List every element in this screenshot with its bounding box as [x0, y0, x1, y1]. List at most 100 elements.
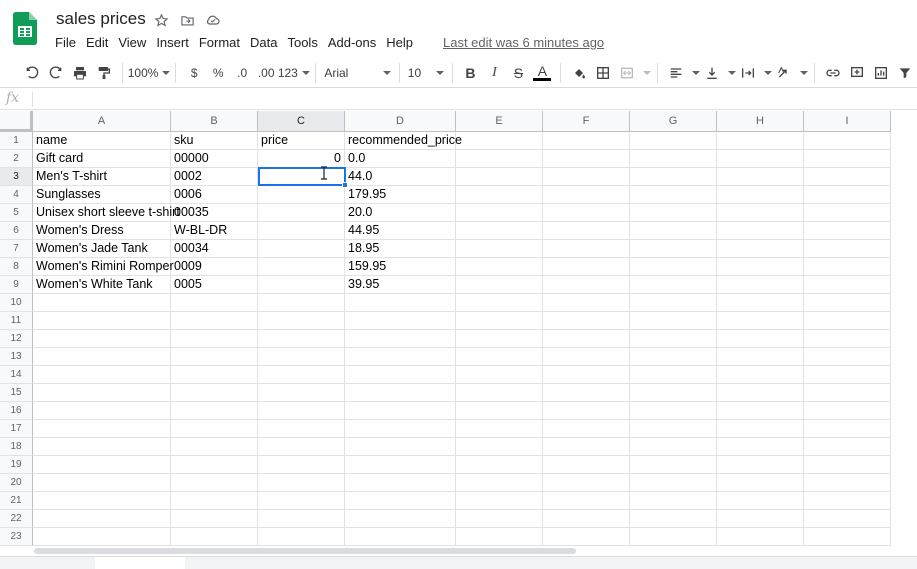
cell-h3[interactable]: [717, 168, 804, 186]
cell-h20[interactable]: [717, 474, 804, 492]
cell-b3[interactable]: 0002: [171, 168, 258, 186]
cell-d11[interactable]: [345, 312, 456, 330]
cell-f8[interactable]: [543, 258, 630, 276]
cell-f18[interactable]: [543, 438, 630, 456]
row-header-12[interactable]: 12: [0, 330, 33, 348]
cell-e10[interactable]: [456, 294, 543, 312]
cell-e14[interactable]: [456, 366, 543, 384]
cell-i17[interactable]: [804, 420, 891, 438]
row-header-10[interactable]: 10: [0, 294, 33, 312]
cell-e6[interactable]: [456, 222, 543, 240]
row-header-15[interactable]: 15: [0, 384, 33, 402]
cell-h14[interactable]: [717, 366, 804, 384]
borders-icon[interactable]: [591, 61, 615, 85]
row-header-14[interactable]: 14: [0, 366, 33, 384]
cell-g8[interactable]: [630, 258, 717, 276]
cell-f12[interactable]: [543, 330, 630, 348]
cell-d22[interactable]: [345, 510, 456, 528]
cell-c1[interactable]: price: [258, 132, 345, 150]
more-formats-select[interactable]: 123: [278, 61, 310, 85]
move-to-folder-icon[interactable]: [178, 11, 196, 29]
cell-f7[interactable]: [543, 240, 630, 258]
cell-g12[interactable]: [630, 330, 717, 348]
bold-button[interactable]: B: [458, 61, 482, 85]
cell-a21[interactable]: [33, 492, 171, 510]
cell-g11[interactable]: [630, 312, 717, 330]
row-header-6[interactable]: 6: [0, 222, 33, 240]
cell-b21[interactable]: [171, 492, 258, 510]
row-header-18[interactable]: 18: [0, 438, 33, 456]
fill-handle[interactable]: [342, 182, 348, 188]
cell-c19[interactable]: [258, 456, 345, 474]
cell-f2[interactable]: [543, 150, 630, 168]
row-header-5[interactable]: 5: [0, 204, 33, 222]
cell-i7[interactable]: [804, 240, 891, 258]
cell-b18[interactable]: [171, 438, 258, 456]
insert-comment-icon[interactable]: [845, 61, 869, 85]
chevron-down-icon[interactable]: [728, 70, 737, 75]
cell-g5[interactable]: [630, 204, 717, 222]
cell-b6[interactable]: W-BL-DR: [171, 222, 258, 240]
cell-g17[interactable]: [630, 420, 717, 438]
menu-add-ons[interactable]: Add-ons: [328, 35, 376, 50]
cell-a4[interactable]: Sunglasses: [33, 186, 171, 204]
cell-d19[interactable]: [345, 456, 456, 474]
cell-h7[interactable]: [717, 240, 804, 258]
cell-h17[interactable]: [717, 420, 804, 438]
filter-icon[interactable]: [893, 61, 917, 85]
cell-a8[interactable]: Women's Rimini Romper: [33, 258, 174, 276]
cell-c20[interactable]: [258, 474, 345, 492]
sheets-logo-icon[interactable]: [13, 12, 37, 45]
cell-d15[interactable]: [345, 384, 456, 402]
cell-b8[interactable]: 0009: [171, 258, 258, 276]
menu-file[interactable]: File: [55, 35, 76, 50]
cell-a19[interactable]: [33, 456, 171, 474]
cell-h19[interactable]: [717, 456, 804, 474]
menu-format[interactable]: Format: [199, 35, 240, 50]
horizontal-align-icon[interactable]: [664, 61, 688, 85]
column-header-f[interactable]: F: [543, 111, 630, 132]
cell-a2[interactable]: Gift card: [33, 150, 171, 168]
cell-a1[interactable]: name: [33, 132, 171, 150]
chevron-down-icon[interactable]: [764, 70, 773, 75]
cell-g1[interactable]: [630, 132, 717, 150]
cell-b5[interactable]: 00035: [171, 204, 258, 222]
cell-g21[interactable]: [630, 492, 717, 510]
cell-d21[interactable]: [345, 492, 456, 510]
sheet-tab[interactable]: [95, 557, 185, 569]
cell-d13[interactable]: [345, 348, 456, 366]
cell-d2[interactable]: 0.0: [345, 150, 456, 168]
cell-b14[interactable]: [171, 366, 258, 384]
cell-a10[interactable]: [33, 294, 171, 312]
cell-d9[interactable]: 39.95: [345, 276, 456, 294]
cell-g19[interactable]: [630, 456, 717, 474]
currency-format-button[interactable]: $: [182, 61, 206, 85]
cell-f14[interactable]: [543, 366, 630, 384]
cell-h18[interactable]: [717, 438, 804, 456]
cell-b23[interactable]: [171, 528, 258, 546]
cell-g7[interactable]: [630, 240, 717, 258]
cell-i15[interactable]: [804, 384, 891, 402]
cell-c5[interactable]: [258, 204, 345, 222]
cell-i21[interactable]: [804, 492, 891, 510]
cell-e1[interactable]: [456, 132, 543, 150]
text-wrapping-icon[interactable]: [736, 61, 760, 85]
cell-f22[interactable]: [543, 510, 630, 528]
cell-b16[interactable]: [171, 402, 258, 420]
print-icon[interactable]: [68, 61, 92, 85]
text-color-button[interactable]: A: [530, 61, 554, 85]
cell-a12[interactable]: [33, 330, 171, 348]
document-title[interactable]: sales prices: [56, 9, 146, 29]
cell-b9[interactable]: 0005: [171, 276, 258, 294]
cell-h12[interactable]: [717, 330, 804, 348]
menu-help[interactable]: Help: [386, 35, 413, 50]
cell-d20[interactable]: [345, 474, 456, 492]
italic-button[interactable]: I: [482, 61, 506, 85]
star-icon[interactable]: [152, 11, 170, 29]
cell-e16[interactable]: [456, 402, 543, 420]
cell-e5[interactable]: [456, 204, 543, 222]
insert-link-icon[interactable]: [821, 61, 845, 85]
cell-d1[interactable]: recommended_price: [345, 132, 462, 150]
cell-c4[interactable]: [258, 186, 345, 204]
cell-h16[interactable]: [717, 402, 804, 420]
